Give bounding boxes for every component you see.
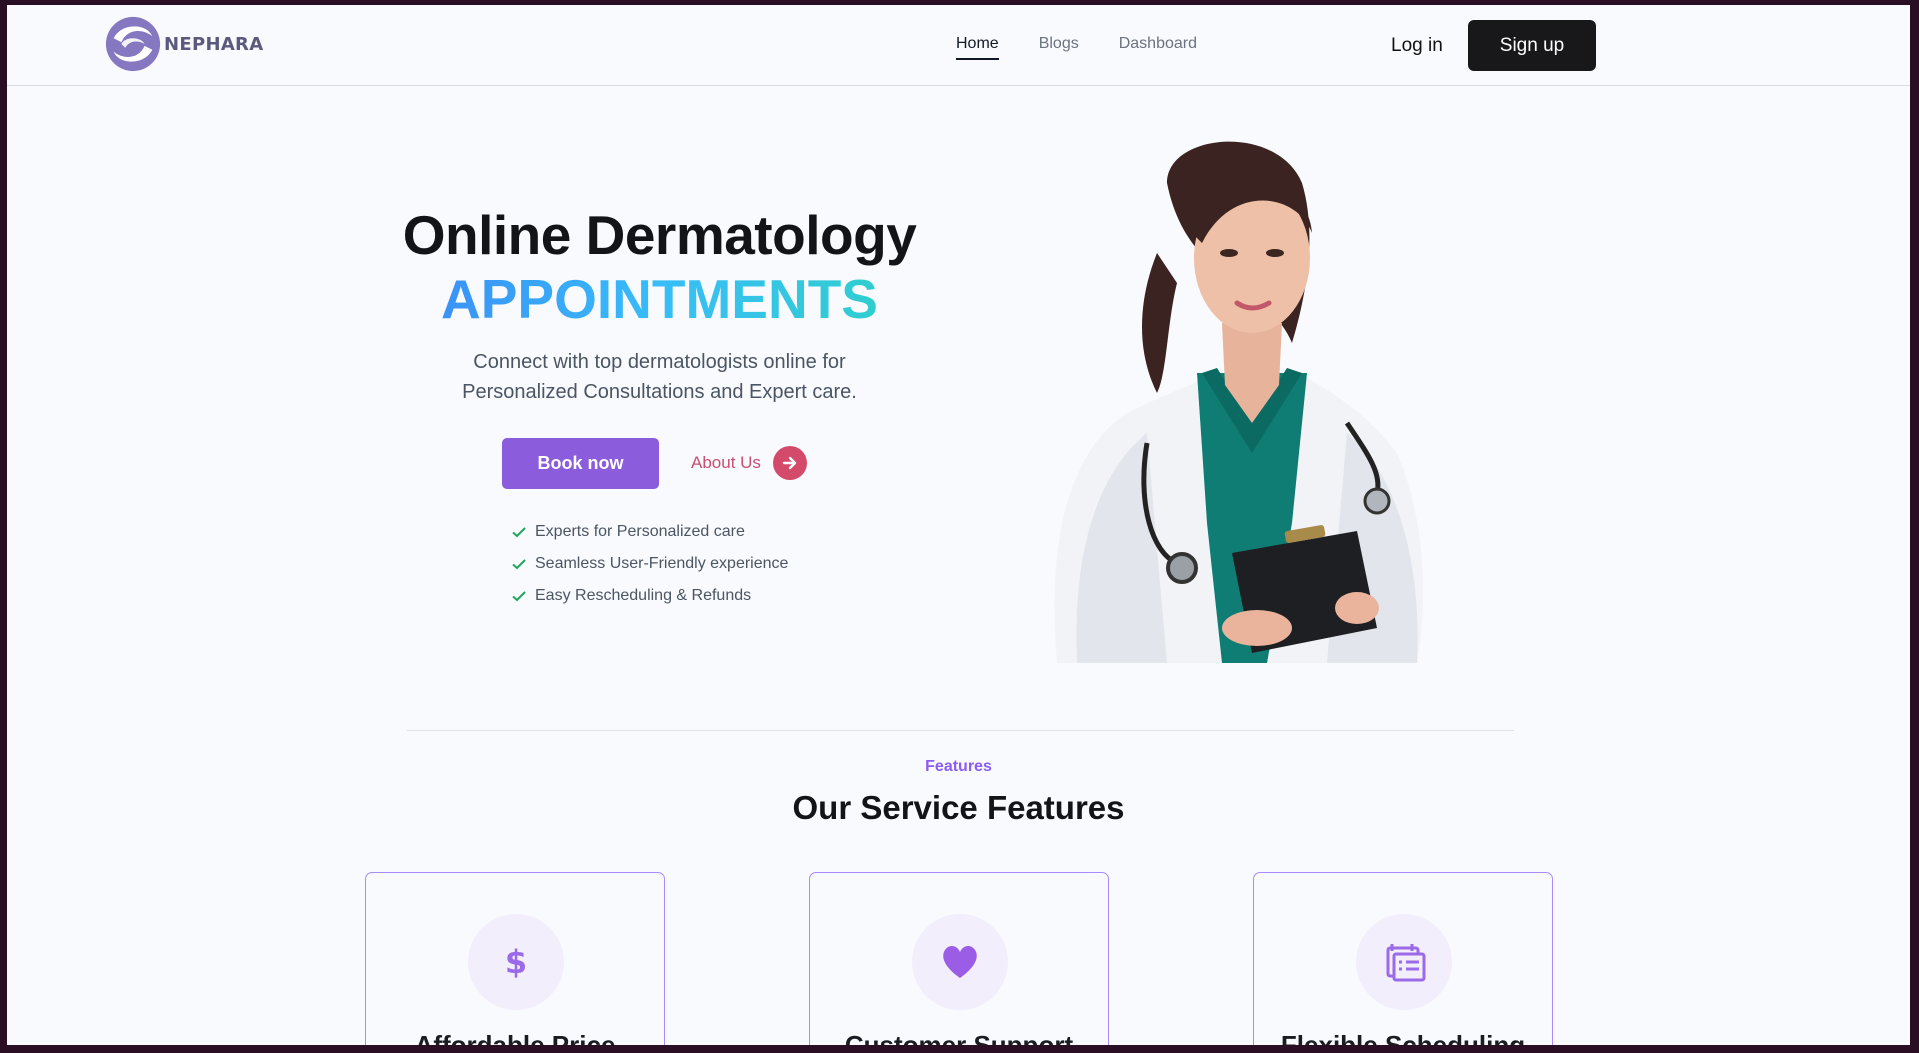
feature-card-affordable-price[interactable]: $ Affordable Price bbox=[365, 872, 665, 1045]
svg-text:$: $ bbox=[505, 943, 527, 981]
checklist-item: Seamless User-Friendly experience bbox=[511, 548, 788, 580]
checklist-item-label: Seamless User-Friendly experience bbox=[535, 555, 789, 572]
page: NEPHARA Home Blogs Dashboard Log in Sign… bbox=[7, 5, 1910, 1045]
nav-home[interactable]: Home bbox=[956, 35, 999, 60]
feature-card-title: Affordable Price bbox=[414, 1030, 616, 1045]
nav-blogs[interactable]: Blogs bbox=[1039, 35, 1079, 60]
checklist-item: Experts for Personalized care bbox=[511, 516, 788, 548]
brand-logo[interactable]: NEPHARA bbox=[104, 15, 263, 73]
hero-accent-title: APPOINTMENTS bbox=[357, 267, 962, 331]
hero-subtitle: Connect with top dermatologists online f… bbox=[357, 347, 962, 407]
logo-swirl-icon bbox=[105, 16, 161, 72]
feature-card-flexible-scheduling[interactable]: Flexible Scheduling bbox=[1253, 872, 1553, 1045]
about-us-link[interactable]: About Us bbox=[691, 446, 807, 480]
arrow-right-icon bbox=[772, 446, 807, 480]
features-title: Our Service Features bbox=[792, 789, 1125, 826]
feature-card-title: Customer Support bbox=[844, 1030, 1074, 1045]
check-icon bbox=[512, 527, 526, 538]
checklist-item: Easy Rescheduling & Refunds bbox=[511, 580, 788, 612]
check-icon bbox=[512, 559, 526, 570]
feature-card-customer-support[interactable]: Customer Support bbox=[809, 872, 1109, 1045]
login-link[interactable]: Log in bbox=[1391, 35, 1443, 57]
about-us-label: About Us bbox=[691, 453, 761, 472]
nav-links: Home Blogs Dashboard bbox=[956, 35, 1197, 60]
hero-subtitle-line1: Connect with top dermatologists online f… bbox=[473, 351, 846, 373]
calendar-icon bbox=[1356, 914, 1452, 1010]
brand-name: NEPHARA bbox=[164, 33, 264, 55]
dollar-icon: $ bbox=[468, 914, 564, 1010]
top-nav: NEPHARA Home Blogs Dashboard Log in Sign… bbox=[7, 5, 1910, 86]
signup-button[interactable]: Sign up bbox=[1468, 20, 1596, 71]
hero-title: Online Dermatology bbox=[402, 204, 917, 266]
doctor-image bbox=[1054, 141, 1423, 663]
checklist-item-label: Experts for Personalized care bbox=[535, 523, 745, 540]
features-kicker: Features bbox=[925, 758, 992, 775]
book-now-button[interactable]: Book now bbox=[502, 438, 659, 489]
nav-dashboard[interactable]: Dashboard bbox=[1119, 35, 1197, 60]
section-divider bbox=[407, 730, 1514, 731]
feature-checklist: Experts for Personalized care Seamless U… bbox=[511, 516, 788, 612]
feature-card-title: Flexible Scheduling bbox=[1280, 1030, 1526, 1045]
hero-subtitle-line2: Personalized Consultations and Expert ca… bbox=[462, 381, 857, 403]
check-icon bbox=[512, 591, 526, 602]
checklist-item-label: Easy Rescheduling & Refunds bbox=[535, 587, 752, 604]
heart-icon bbox=[912, 914, 1008, 1010]
